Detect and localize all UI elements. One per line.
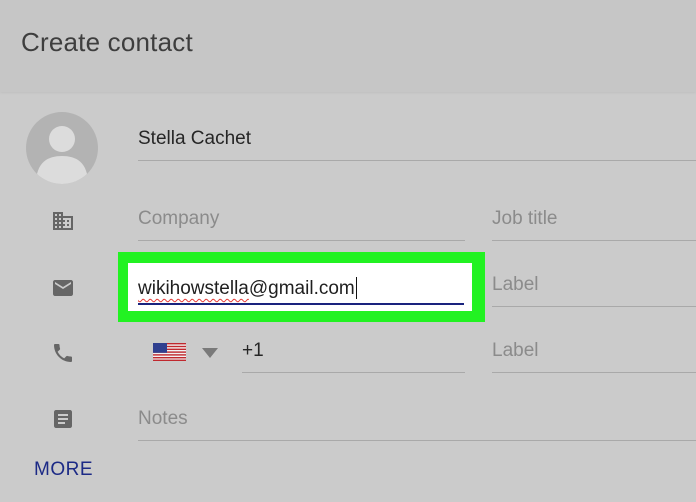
more-button[interactable]: MORE	[34, 459, 93, 481]
company-field[interactable]: Company	[138, 200, 465, 241]
phone-country-code: +1	[242, 340, 264, 361]
email-label-field[interactable]: Label	[492, 266, 696, 307]
notes-icon	[51, 407, 75, 431]
phone-label-field[interactable]: Label	[492, 332, 696, 373]
text-caret	[355, 277, 358, 299]
email-label-placeholder: Label	[492, 274, 539, 295]
notes-field[interactable]: Notes	[138, 400, 696, 441]
building-icon	[51, 209, 75, 233]
phone-number-field[interactable]: +1	[242, 332, 465, 373]
phone-label-placeholder: Label	[492, 340, 539, 361]
dialog-header: Create contact	[0, 0, 696, 92]
name-field[interactable]: Stella Cachet	[138, 120, 696, 161]
email-value: wikihowstella@gmail.com	[138, 277, 358, 300]
name-value: Stella Cachet	[138, 128, 252, 149]
page-title: Create contact	[21, 27, 193, 57]
envelope-icon	[51, 276, 75, 300]
dropdown-arrow-icon[interactable]	[200, 347, 220, 359]
email-field[interactable]: wikihowstella@gmail.com	[128, 263, 472, 311]
us-flag-icon[interactable]	[153, 343, 186, 361]
create-contact-dialog: Create contact Stella Cachet Company Job…	[0, 0, 696, 502]
company-placeholder: Company	[138, 208, 220, 229]
notes-placeholder: Notes	[138, 408, 188, 429]
email-domain-part: @gmail.com	[248, 278, 355, 299]
email-focus-underline	[138, 303, 464, 305]
phone-icon	[51, 341, 75, 365]
job-title-placeholder: Job title	[492, 208, 558, 229]
email-misspelled-part: wikihowstella	[138, 278, 249, 299]
job-title-field[interactable]: Job title	[492, 200, 696, 241]
avatar-icon[interactable]	[26, 112, 98, 184]
